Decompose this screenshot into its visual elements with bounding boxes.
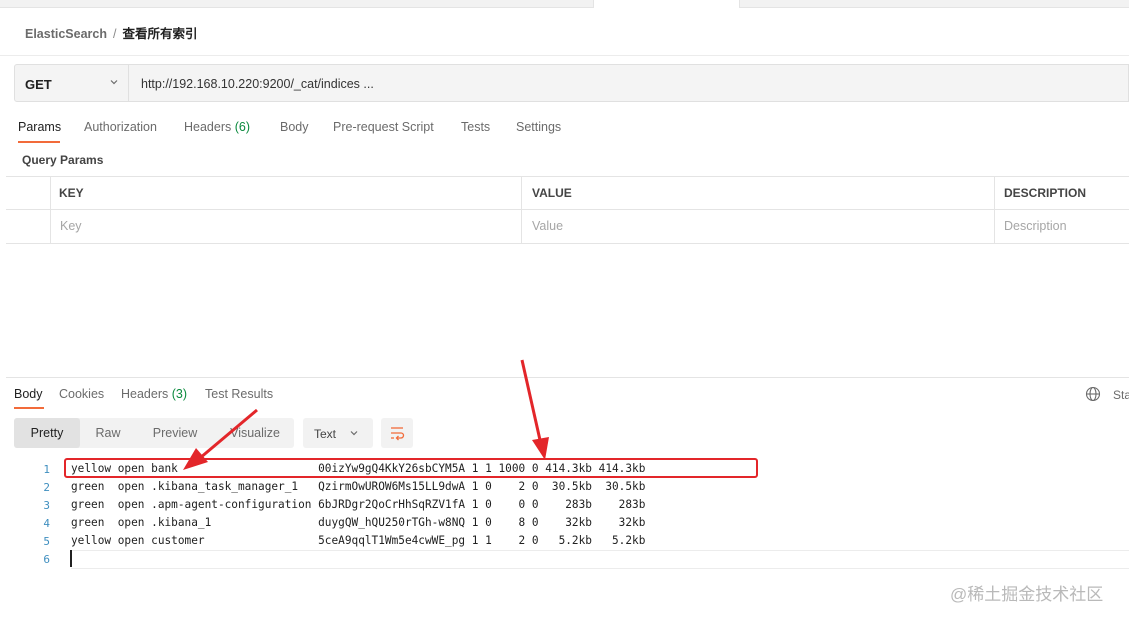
tab-label: Tests — [461, 120, 491, 134]
tab-headers[interactable]: Headers (6) — [184, 120, 250, 134]
column-divider — [521, 177, 522, 243]
view-mode-visualize[interactable]: Visualize — [220, 418, 290, 448]
line-text: yellow open customer 5ceA9qqlT1Wm5e4cwWE… — [71, 534, 646, 547]
code-line: 4 green open .kibana_1 duygQW_hQU250rTGh… — [0, 514, 1129, 532]
active-request-tab[interactable] — [593, 0, 740, 8]
description-input[interactable]: Description — [1004, 219, 1067, 233]
tab-label: Test Results — [205, 387, 274, 401]
tab-label: Pre-request Script — [333, 120, 434, 134]
column-header-value: VALUE — [532, 186, 572, 200]
format-label: Text — [314, 427, 337, 441]
chevron-down-icon — [350, 431, 358, 436]
url-input[interactable]: http://192.168.10.220:9200/_cat/indices … — [129, 64, 1129, 102]
tab-label: Body — [14, 387, 43, 401]
headers-count: (3) — [171, 387, 188, 401]
code-line: 2 green open .kibana_task_manager_1 Qzir… — [0, 478, 1129, 496]
tab-label: Settings — [516, 120, 562, 134]
url-text: http://192.168.10.220:9200/_cat/indices … — [141, 77, 374, 91]
response-tab-body[interactable]: Body — [14, 387, 43, 401]
tab-label: Headers — [184, 120, 232, 134]
view-mode-pretty[interactable]: Pretty — [14, 418, 80, 448]
view-mode-preview[interactable]: Preview — [144, 418, 206, 448]
method-label: GET — [25, 77, 52, 92]
breadcrumb: ElasticSearch / 查看所有索引 — [25, 23, 198, 42]
line-number: 5 — [43, 535, 50, 548]
tab-strip — [0, 0, 1129, 8]
tab-pre-request-script[interactable]: Pre-request Script — [333, 120, 434, 134]
chevron-down-icon — [110, 80, 118, 85]
column-divider — [50, 177, 51, 243]
response-tab-headers[interactable]: Headers (3) — [121, 387, 187, 401]
view-mode-switcher: Pretty Raw Preview Visualize — [14, 418, 294, 448]
code-line: 5 yellow open customer 5ceA9qqlT1Wm5e4cw… — [0, 532, 1129, 550]
tab-settings[interactable]: Settings — [516, 120, 561, 134]
key-input[interactable]: Key — [60, 219, 82, 233]
query-params-title: Query Params — [22, 153, 104, 167]
tab-tests[interactable]: Tests — [461, 120, 490, 134]
tab-label: Authorization — [84, 120, 157, 134]
response-tab-cookies[interactable]: Cookies — [59, 387, 104, 401]
annotation-highlight-box — [64, 458, 758, 478]
line-text: green open .apm-agent-configuration 6bJR… — [71, 498, 646, 511]
query-params-table: KEY VALUE DESCRIPTION Key Value Descript… — [6, 176, 1129, 244]
line-number: 3 — [43, 499, 50, 512]
active-tab-indicator — [18, 141, 60, 143]
method-select[interactable]: GET — [14, 64, 129, 102]
breadcrumb-separator: / — [113, 27, 117, 41]
view-mode-raw[interactable]: Raw — [82, 418, 134, 448]
response-divider[interactable] — [6, 377, 1129, 378]
tab-label: Headers — [121, 387, 169, 401]
code-line: 3 green open .apm-agent-configuration 6b… — [0, 496, 1129, 514]
breadcrumb-collection[interactable]: ElasticSearch — [25, 27, 107, 41]
line-text: green open .kibana_task_manager_1 QzirmO… — [71, 480, 646, 493]
globe-icon[interactable] — [1085, 386, 1101, 402]
line-number: 1 — [43, 463, 50, 476]
tab-params[interactable]: Params — [18, 120, 61, 134]
active-tab-indicator — [14, 407, 44, 409]
line-number: 4 — [43, 517, 50, 530]
request-name[interactable]: 查看所有索引 — [122, 27, 197, 41]
tab-label: Params — [18, 120, 62, 134]
headers-count: (6) — [234, 120, 251, 134]
response-status: Sta — [1113, 388, 1129, 402]
watermark: @稀土掘金技术社区 — [950, 585, 1104, 604]
column-header-description: DESCRIPTION — [1004, 186, 1087, 200]
tab-label: Body — [280, 120, 309, 134]
format-select[interactable]: Text — [303, 418, 373, 448]
wrap-lines-button[interactable] — [381, 418, 413, 448]
column-divider[interactable] — [994, 177, 995, 243]
column-header-key: KEY — [59, 186, 84, 200]
code-line: 6 — [0, 550, 1129, 568]
line-number: 6 — [43, 553, 50, 566]
line-text: green open .kibana_1 duygQW_hQU250rTGh-w… — [71, 516, 646, 529]
wrap-lines-icon — [391, 427, 405, 441]
line-number: 2 — [43, 481, 50, 494]
tab-authorization[interactable]: Authorization — [84, 120, 157, 134]
arrow-to-doc-count — [520, 359, 549, 460]
response-tab-test-results[interactable]: Test Results — [205, 387, 273, 401]
tab-body[interactable]: Body — [280, 120, 309, 134]
value-input[interactable]: Value — [532, 219, 563, 233]
tab-label: Cookies — [59, 387, 105, 401]
text-cursor — [70, 550, 72, 567]
header-divider — [0, 55, 1129, 56]
